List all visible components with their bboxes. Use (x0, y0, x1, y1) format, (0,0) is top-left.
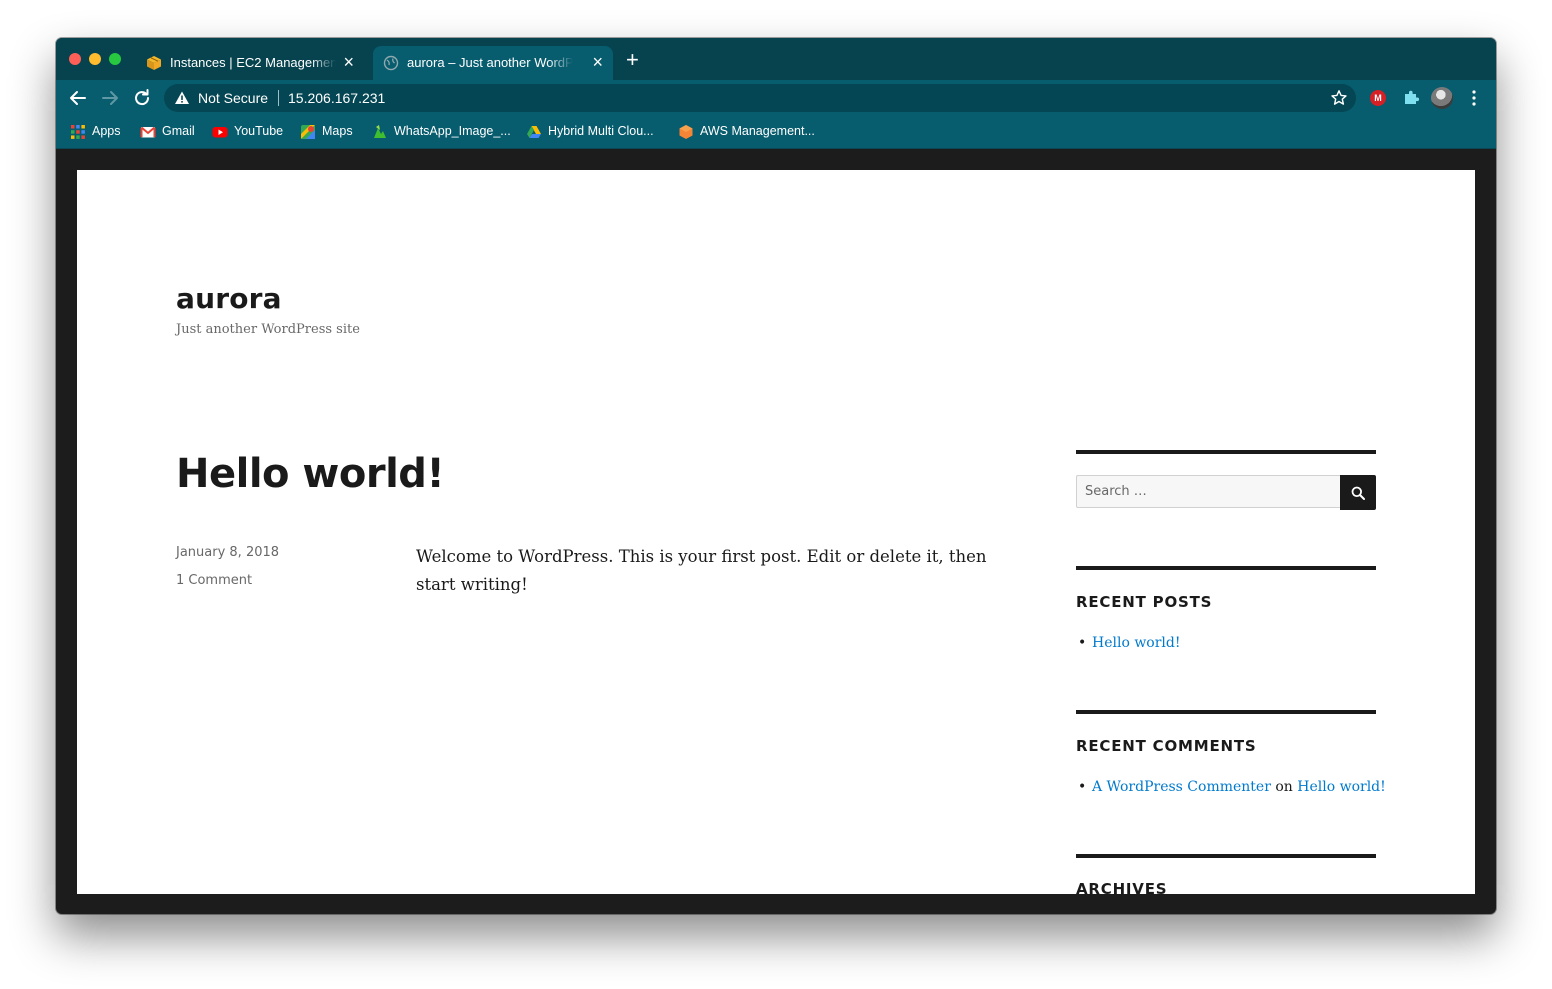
bookmark-label: YouTube (234, 124, 284, 138)
security-status-label[interactable]: Not Secure (198, 90, 268, 106)
address-divider (278, 90, 279, 106)
tab-title: aurora – Just another WordPress site (407, 55, 573, 70)
comment-post-link[interactable]: Hello world! (1297, 779, 1386, 795)
post-content: Welcome to WordPress. This is your first… (416, 547, 987, 594)
apps-grid-icon (71, 125, 85, 139)
list-bullet: • (1078, 779, 1087, 795)
bookmark-label: WhatsApp_Image_... (394, 124, 511, 138)
new-tab-button[interactable]: + (626, 49, 639, 71)
bookmark-star-icon[interactable] (1330, 89, 1348, 107)
search-input[interactable] (1076, 475, 1340, 508)
bookmark-label: Gmail (162, 124, 195, 138)
recent-post-link[interactable]: Hello world! (1092, 635, 1181, 651)
warning-triangle-icon (175, 91, 189, 104)
bookmark-label: Apps (92, 124, 121, 138)
tab-ec2-instances[interactable]: Instances | EC2 Management Console × (136, 46, 364, 80)
bookmark-label: Hybrid Multi Clou... (548, 124, 654, 138)
close-tab-icon[interactable]: × (592, 52, 603, 72)
profile-avatar[interactable] (1431, 87, 1453, 109)
reload-icon[interactable] (130, 86, 154, 110)
url-text[interactable]: 15.206.167.231 (288, 90, 385, 106)
google-drive-icon (527, 126, 541, 138)
comment-author-link[interactable]: A WordPress Commenter (1092, 779, 1271, 795)
mega-extension-icon[interactable]: M (1370, 90, 1386, 106)
widget-divider (1076, 566, 1376, 570)
gmail-icon (140, 126, 156, 138)
widget-divider (1076, 854, 1376, 858)
widget-divider (1076, 710, 1376, 714)
post-comments-link[interactable]: 1 Comment (176, 573, 252, 588)
maps-icon (301, 125, 315, 139)
globe-icon (383, 55, 399, 71)
image-icon (374, 125, 386, 138)
bookmark-label: AWS Management... (700, 124, 815, 138)
forward-arrow-icon[interactable] (98, 86, 122, 110)
back-arrow-icon[interactable] (66, 86, 90, 110)
tab-title: Instances | EC2 Management Console (170, 55, 336, 70)
post-date[interactable]: January 8, 2018 (176, 545, 279, 560)
search-button[interactable] (1340, 475, 1376, 510)
minimize-window-button[interactable] (89, 53, 101, 65)
browser-toolbar: Not Secure 15.206.167.231 M (56, 80, 1496, 116)
youtube-icon (212, 127, 228, 138)
archives-title: ARCHIVES (1076, 880, 1168, 894)
web-page: aurora Just another WordPress site Hello… (77, 170, 1475, 894)
search-icon (1351, 486, 1365, 500)
tab-aurora-wordpress[interactable]: aurora – Just another WordPress site × (373, 46, 613, 80)
tab-strip: Instances | EC2 Management Console × aur… (56, 38, 1496, 80)
post-title[interactable]: Hello world! (176, 451, 445, 497)
site-title[interactable]: aurora (176, 282, 282, 315)
site-description: Just another WordPress site (176, 322, 360, 337)
widget-divider (1076, 450, 1376, 454)
recent-comments-title: RECENT COMMENTS (1076, 737, 1257, 755)
more-vertical-icon[interactable] (1466, 88, 1482, 108)
close-tab-icon[interactable]: × (343, 52, 354, 72)
address-bar[interactable]: Not Secure 15.206.167.231 (164, 84, 1356, 112)
list-bullet: • (1078, 635, 1087, 651)
maximize-window-button[interactable] (109, 53, 121, 65)
comment-on-text: on (1275, 779, 1293, 795)
bookmark-label: Maps (322, 124, 353, 138)
bookmarks-bar: Apps Gmail YouTube Maps WhatsApp_Image_.… (56, 116, 1496, 148)
recent-posts-title: RECENT POSTS (1076, 593, 1213, 611)
close-window-button[interactable] (69, 53, 81, 65)
toolbar-divider (56, 148, 1496, 149)
extensions-puzzle-icon[interactable] (1401, 88, 1421, 108)
aws-box-icon (147, 56, 161, 70)
browser-window: Instances | EC2 Management Console × aur… (56, 38, 1496, 914)
aws-icon (679, 125, 693, 139)
